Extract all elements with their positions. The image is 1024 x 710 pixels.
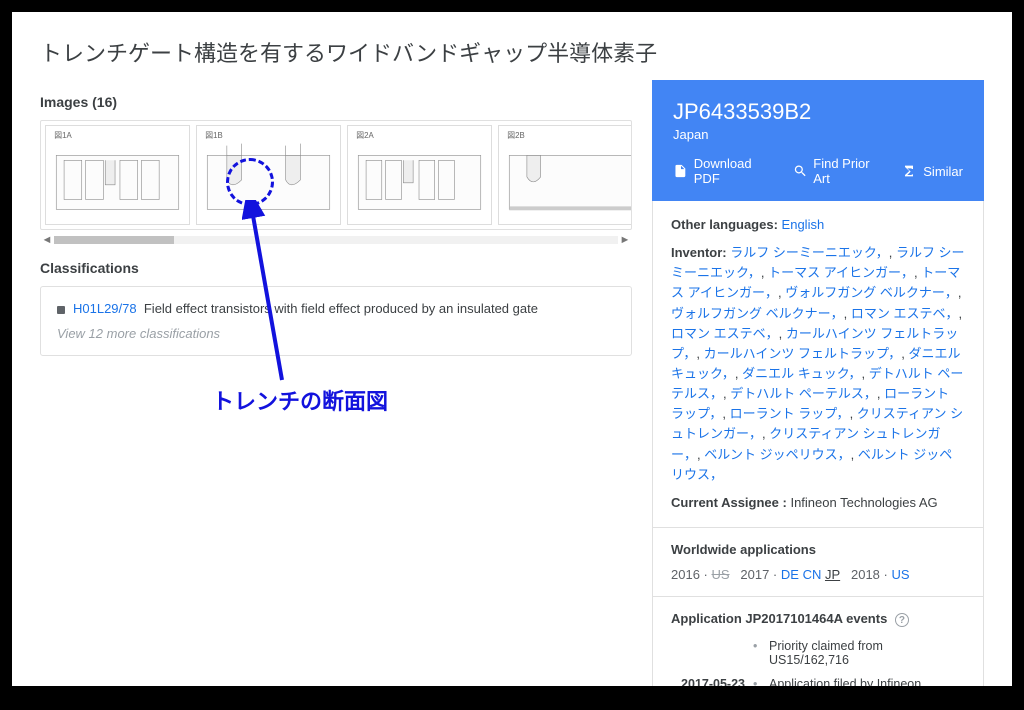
bullet-icon <box>57 306 65 314</box>
patent-header: JP6433539B2 Japan Download PDF Find Prio… <box>652 80 984 201</box>
download-pdf-button[interactable]: Download PDF <box>673 156 775 186</box>
events-title: Application JP2017101464A events ? <box>671 611 965 627</box>
classification-desc: Field effect transistors with field effe… <box>144 301 538 316</box>
scroll-thumb[interactable] <box>54 236 174 244</box>
fig-label: 図2A <box>356 131 374 140</box>
event-date: 2017-05-23 <box>671 677 745 686</box>
scroll-left-icon[interactable]: ◄ <box>40 234 54 246</box>
images-label: Images (16) <box>40 94 632 110</box>
inventor-list: ラルフ シーミーニエック，, ラルフ シーミーニエック，, トーマス アイヒンガ… <box>671 245 965 482</box>
fig-label: 図1A <box>54 131 72 140</box>
event-row: 2017-05-23 • Application filed by Infine… <box>671 677 965 686</box>
bullet-icon: • <box>753 639 761 667</box>
inventor-link[interactable]: トーマス アイヒンガー， <box>768 265 914 280</box>
inventor-link[interactable]: ダニエル キュック， <box>742 366 861 381</box>
left-column: Images (16) 図1A 図1B <box>40 80 632 686</box>
right-column: JP6433539B2 Japan Download PDF Find Prio… <box>652 80 984 686</box>
page-title: トレンチゲート構造を有するワイドバンドギャップ半導体素子 <box>12 12 1012 80</box>
find-prior-art-label: Find Prior Art <box>813 156 883 186</box>
find-prior-art-button[interactable]: Find Prior Art <box>793 156 884 186</box>
download-pdf-label: Download PDF <box>694 156 775 186</box>
classifications-box: H01L29/78 Field effect transistors with … <box>40 286 632 356</box>
images-scrollbar[interactable]: ◄ ► <box>40 234 632 246</box>
sigma-icon <box>901 163 917 179</box>
wa-year: 2016 <box>671 567 700 582</box>
wa-country-link[interactable]: US <box>711 567 729 582</box>
inventor-link[interactable]: ラルフ シーミーニエック， <box>730 245 888 260</box>
wa-country-current[interactable]: JP <box>825 567 840 582</box>
inventor-label: Inventor: <box>671 245 727 260</box>
fig-label: 図2B <box>507 131 524 140</box>
search-icon <box>793 163 808 179</box>
patent-country: Japan <box>673 127 963 142</box>
patent-id: JP6433539B2 <box>673 99 963 125</box>
worldwide-apps-title: Worldwide applications <box>671 542 965 557</box>
annotation-text: トレンチの断面図 <box>212 384 388 416</box>
inventor-link[interactable]: デトハルト ペーテルス， <box>730 386 877 401</box>
inventor-link[interactable]: ローラント ラップ， <box>730 406 850 421</box>
event-text: Application filed by Infineon Technologi… <box>769 677 965 686</box>
image-thumb[interactable]: 図1A <box>45 125 190 225</box>
images-carousel[interactable]: 図1A 図1B <box>40 120 632 230</box>
assignee-label: Current Assignee : <box>671 495 787 510</box>
image-thumb[interactable]: 図2A <box>347 125 492 225</box>
bullet-icon: • <box>753 677 761 686</box>
wa-country-link[interactable]: US <box>891 567 909 582</box>
inventor-link[interactable]: ロマン エステベ， <box>851 306 959 321</box>
classification-code[interactable]: H01L29/78 <box>73 301 137 316</box>
wa-country-link[interactable]: CN <box>803 567 822 582</box>
wa-country-link[interactable]: DE <box>781 567 799 582</box>
event-date <box>671 639 745 667</box>
scroll-right-icon[interactable]: ► <box>618 234 632 246</box>
other-languages-label: Other languages: <box>671 217 778 232</box>
events-box: Application JP2017101464A events ? • Pri… <box>652 597 984 686</box>
fig-label: 図1B <box>205 131 222 140</box>
classifications-more-link[interactable]: View 12 more classifications <box>57 326 615 341</box>
image-thumb[interactable]: 図2B <box>498 125 632 225</box>
similar-label: Similar <box>923 164 963 179</box>
annotation-circle <box>226 158 274 206</box>
event-text: Priority claimed from US15/162,716 <box>769 639 965 667</box>
classification-row[interactable]: H01L29/78 Field effect transistors with … <box>57 301 615 316</box>
assignee-value: Infineon Technologies AG <box>790 495 937 510</box>
worldwide-apps-years: 2016 · US 2017 · DE CN JP 2018 · US <box>671 567 965 582</box>
wa-year: 2017 <box>740 567 769 582</box>
inventor-link[interactable]: ベルント ジッペリウス， <box>704 447 850 462</box>
scroll-track[interactable] <box>54 236 618 244</box>
inventor-link[interactable]: ロマン エステベ， <box>671 326 779 341</box>
file-icon <box>673 163 688 179</box>
event-row: • Priority claimed from US15/162,716 <box>671 639 965 667</box>
inventor-link[interactable]: ヴォルフガング ベルクナー， <box>671 306 844 321</box>
info-box: Other languages: English Inventor: ラルフ シ… <box>652 201 984 528</box>
help-icon[interactable]: ? <box>895 613 909 627</box>
annotation-arrow-icon <box>242 200 302 390</box>
similar-button[interactable]: Similar <box>901 163 963 179</box>
inventor-link[interactable]: ヴォルフガング ベルクナー， <box>785 285 958 300</box>
classifications-label: Classifications <box>40 260 632 276</box>
other-language-link[interactable]: English <box>782 217 825 232</box>
wa-year: 2018 <box>851 567 880 582</box>
worldwide-apps-box: Worldwide applications 2016 · US 2017 · … <box>652 528 984 597</box>
inventor-link[interactable]: カールハインツ フェルトラップ， <box>704 346 902 361</box>
